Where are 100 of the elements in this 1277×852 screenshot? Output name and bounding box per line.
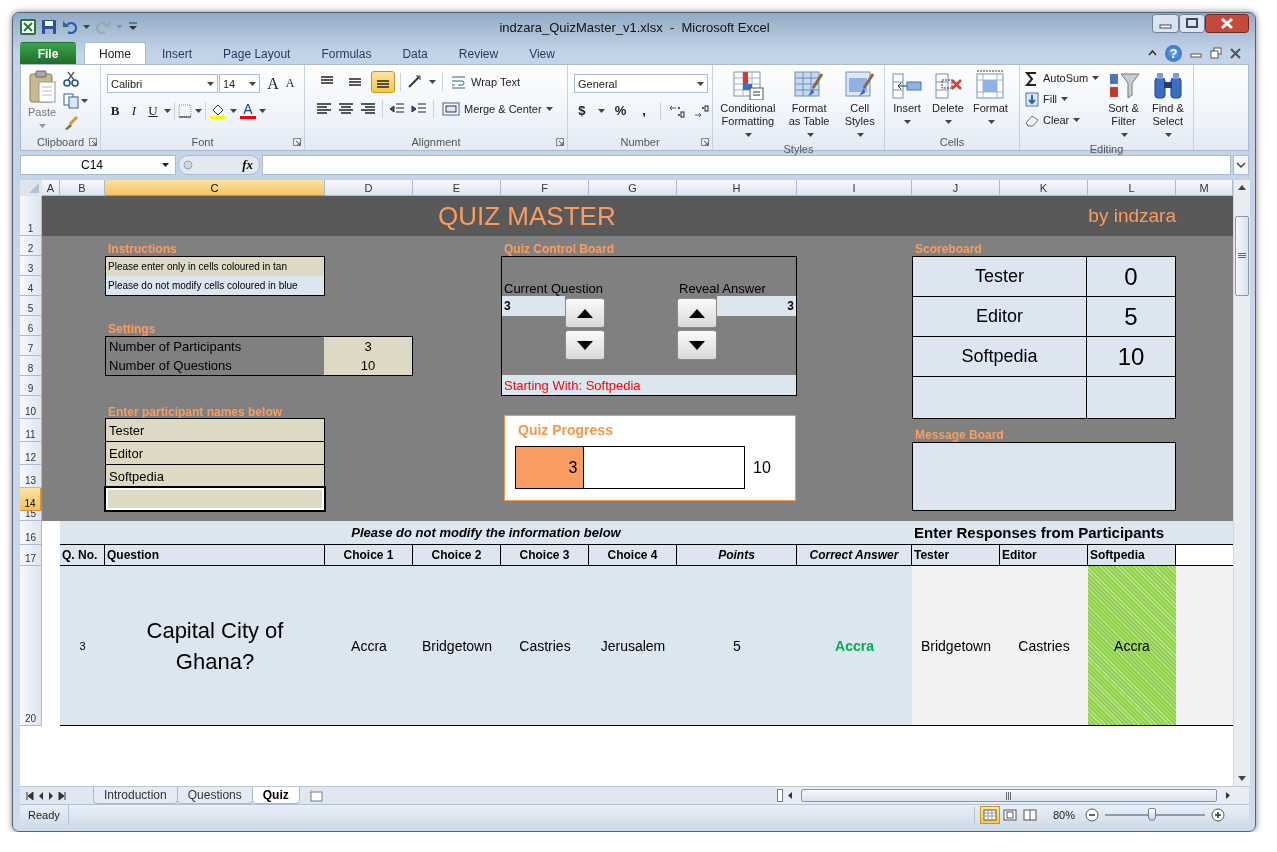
sheet-tab[interactable]: Quiz	[251, 787, 300, 804]
text-angle-icon[interactable]	[407, 74, 423, 89]
currency-button[interactable]: $	[574, 101, 590, 120]
dialog-launcher-icon[interactable]	[556, 138, 564, 146]
spin-down-button[interactable]	[565, 330, 605, 360]
zoom-out-icon[interactable]	[1085, 808, 1099, 822]
row-header[interactable]: 7	[20, 336, 42, 356]
caret-icon[interactable]	[1073, 118, 1081, 122]
scissors-icon[interactable]	[63, 71, 79, 87]
caret-icon[interactable]	[1120, 133, 1128, 138]
caret-icon[interactable]	[81, 99, 88, 103]
slider-thumb[interactable]	[1148, 808, 1156, 821]
decrease-decimal-icon[interactable]	[693, 103, 709, 118]
fill-color-icon[interactable]	[209, 102, 227, 119]
collapse-ribbon-icon[interactable]	[1148, 50, 1157, 56]
column-header[interactable]: D	[325, 180, 413, 196]
scrollbar-thumb[interactable]	[1235, 216, 1249, 296]
caret-icon[interactable]	[597, 108, 605, 113]
caret-icon[interactable]	[857, 133, 865, 138]
caret-icon[interactable]	[545, 106, 553, 111]
merge-center-button[interactable]: Merge & Center	[440, 98, 555, 119]
minimize-button[interactable]	[1152, 14, 1179, 33]
row-header[interactable]: 12	[20, 442, 42, 465]
spin-up-button[interactable]	[565, 298, 605, 328]
normal-view-icon[interactable]	[980, 807, 999, 823]
row-header[interactable]: 9	[20, 376, 42, 396]
column-header[interactable]: C	[105, 180, 325, 196]
caret-icon[interactable]	[745, 133, 753, 138]
close-icon[interactable]	[1230, 47, 1241, 59]
ribbon-tab[interactable]: View	[514, 42, 570, 64]
name-cell[interactable]: Editor	[105, 441, 325, 465]
row-header[interactable]: 6	[20, 316, 42, 336]
column-header[interactable]: K	[1000, 180, 1088, 196]
copy-icon[interactable]	[63, 93, 79, 109]
ribbon-tab[interactable]: Insert	[147, 42, 208, 64]
ribbon-tab[interactable]: Page Layout	[208, 42, 306, 64]
zoom-in-icon[interactable]	[1211, 808, 1225, 822]
previous-sheet-icon[interactable]	[38, 791, 44, 800]
ribbon-tab[interactable]: Home	[84, 42, 146, 64]
caret-icon[interactable]	[904, 120, 912, 125]
maximize-button[interactable]	[1179, 14, 1205, 33]
row-header[interactable]: 10	[20, 396, 42, 419]
restore-icon[interactable]	[1210, 47, 1222, 59]
undo-icon[interactable]	[62, 19, 78, 35]
comma-button[interactable]: ,	[636, 101, 652, 120]
name-cell[interactable]	[105, 487, 325, 511]
insert-function-button[interactable]: fx	[242, 157, 253, 173]
dialog-launcher-icon[interactable]	[89, 138, 97, 146]
customize-icon[interactable]	[128, 22, 138, 32]
ribbon-button[interactable]: Find & Select	[1145, 68, 1190, 143]
page-break-icon[interactable]	[1020, 807, 1039, 823]
ribbon-tab[interactable]: Data	[387, 42, 443, 64]
column-header[interactable]: E	[413, 180, 501, 196]
next-sheet-icon[interactable]	[48, 791, 54, 800]
setting-value[interactable]: 3	[324, 337, 412, 356]
ribbon-button[interactable]: Clear	[1023, 110, 1102, 130]
name-cell[interactable]: Tester	[105, 418, 325, 442]
paste-button[interactable]: Paste	[24, 68, 60, 134]
page-layout-icon[interactable]	[1000, 807, 1019, 823]
font-name-field[interactable]: Calibri	[107, 74, 218, 93]
ribbon-button[interactable]: Cell Styles	[838, 68, 881, 143]
ribbon-button[interactable]: Insert	[888, 68, 926, 134]
setting-value[interactable]: 10	[324, 356, 412, 375]
ribbon-button[interactable]: Delete	[929, 68, 967, 134]
caret-icon[interactable]	[429, 79, 436, 84]
align-right-icon[interactable]	[360, 101, 376, 116]
caret-icon[interactable]	[259, 108, 266, 113]
underline-button[interactable]: U	[145, 101, 161, 120]
increase-indent-icon[interactable]	[411, 101, 427, 116]
caret-icon[interactable]	[1165, 133, 1173, 138]
column-header[interactable]: J	[912, 180, 1000, 196]
spin-down-button[interactable]	[677, 330, 717, 360]
zoom-slider[interactable]	[1105, 808, 1205, 822]
resize-handle-icon[interactable]	[183, 160, 193, 170]
borders-icon[interactable]	[178, 103, 192, 118]
column-header[interactable]: I	[797, 180, 912, 196]
sheet-tab[interactable]: Introduction	[93, 787, 178, 804]
align-center-icon[interactable]	[338, 101, 354, 116]
caret-icon[interactable]	[162, 163, 169, 167]
row-header[interactable]: 14	[20, 488, 42, 511]
caret-icon[interactable]	[945, 120, 953, 125]
align-left-icon[interactable]	[316, 101, 332, 116]
number-format-field[interactable]: General	[574, 74, 708, 93]
caret-icon[interactable]	[207, 81, 214, 86]
ribbon-button[interactable]: Sort & Filter	[1104, 68, 1143, 143]
caret-icon[interactable]	[697, 81, 704, 86]
italic-button[interactable]: I	[126, 101, 142, 120]
close-button[interactable]	[1205, 14, 1249, 33]
ribbon-button[interactable]: Format as Table	[782, 68, 836, 143]
caret-icon[interactable]	[164, 108, 171, 113]
row-header[interactable]: 11	[20, 419, 42, 442]
ribbon-button[interactable]: Fill	[1023, 89, 1102, 109]
caret-icon[interactable]	[1092, 76, 1100, 80]
save-icon[interactable]	[41, 19, 57, 35]
column-header[interactable]: A	[42, 180, 60, 196]
grow-font-button[interactable]: A	[265, 74, 281, 93]
ribbon-tab[interactable]: Review	[443, 42, 514, 64]
expand-icon[interactable]	[1233, 155, 1249, 175]
caret-icon[interactable]	[987, 120, 995, 125]
formula-field[interactable]	[262, 155, 1231, 175]
